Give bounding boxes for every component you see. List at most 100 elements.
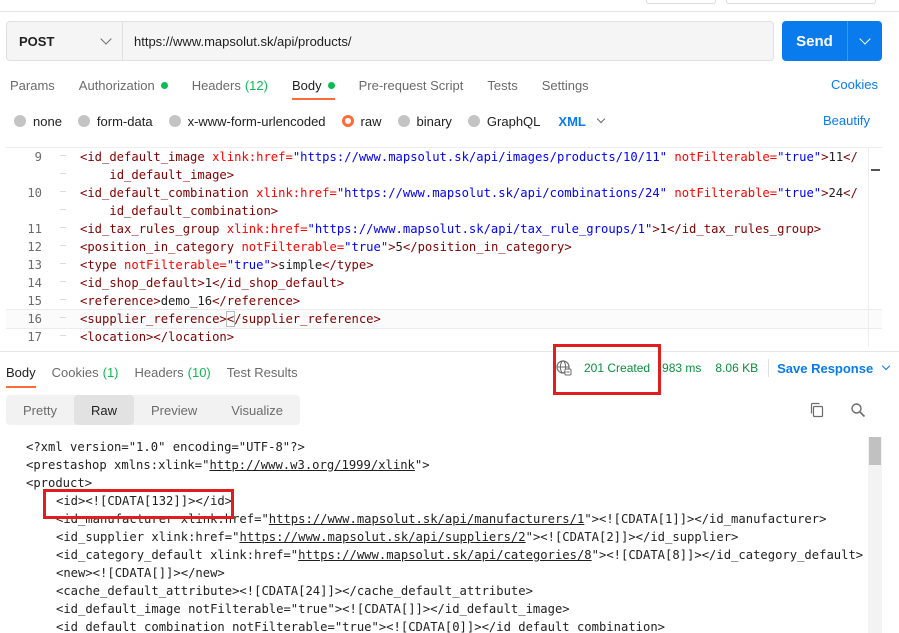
cookies-link[interactable]: Cookies [831,77,878,92]
body-type-none[interactable]: none [14,114,62,129]
editor-line[interactable]: 12 ─ <position_in_category notFilterable="… [6,238,882,256]
editor-line[interactable]: 17 ─ <location></location> [6,328,882,346]
body-type-form-data[interactable]: form-data [77,114,153,129]
response-text: "><![CDATA[2]]></id_supplier> [525,530,739,544]
tab-pre-request-script[interactable]: Pre-request Script [359,76,464,94]
method-select[interactable]: POST [7,22,123,60]
view-mode-pretty[interactable]: Pretty [6,395,74,425]
body-type-label: binary [416,113,452,129]
line-number: 15 [27,294,42,308]
chevron-down-icon [596,114,606,124]
send-button[interactable]: Send [782,21,848,61]
save-response-label: Save Response [777,360,874,376]
search-icon[interactable] [850,402,866,418]
editor-line[interactable]: 15 ─ <reference>demo_16</reference> [6,292,882,310]
editor-line[interactable]: ─ id_default_combination> [6,202,882,220]
tab-params[interactable]: Params [10,76,55,94]
tab-tests[interactable]: Tests [487,76,517,94]
response-text: <id_default_image notFilterable="true"><… [56,602,570,616]
tab-settings[interactable]: Settings [542,76,589,94]
view-mode-raw[interactable]: Raw [73,395,134,425]
radio-icon [397,115,410,127]
tab-label: Body [291,77,322,93]
tab-count: (10) [187,364,211,380]
editor-line[interactable]: 11 ─ <id_tax_rules_group xlink:href="https… [6,220,882,238]
tab-authorization[interactable]: Authorization [79,76,168,94]
indent-guide: ─ [59,277,67,288]
editor-line[interactable] [6,346,882,347]
tab-label: Authorization [78,77,155,93]
code-text: <reference>demo_16</reference> [80,294,301,308]
body-type-graphql[interactable]: GraphQL [467,114,540,129]
radio-icon [14,115,26,127]
view-mode-preview[interactable]: Preview [134,395,214,425]
request-body-editor[interactable]: 9 ─ <id_default_image xlink:href="https://… [6,147,882,347]
response-view-modes: Pretty Raw Preview Visualize [6,395,301,425]
copy-icon[interactable] [809,402,825,418]
code-text: <supplier_reference></supplier_reference… [80,311,381,327]
id-highlight-box [43,489,234,519]
body-type-binary[interactable]: binary [397,113,452,129]
beautify-button[interactable]: Beautify [823,113,870,128]
editor-line[interactable]: ─ id_default_image> [6,166,882,184]
response-text: <cache_default_attribute><![CDATA[24]]><… [56,584,533,598]
response-tabs: Body Cookies (1) Headers (10) Test Results [6,363,314,388]
response-link[interactable]: https://www.mapsolut.sk/api/categories/8 [298,548,592,562]
response-text: <id_supplier xlink:href=" [56,530,240,544]
save-response-button[interactable]: Save Response [777,360,891,376]
tab-body[interactable]: Body [291,76,335,100]
indent-guide: ─ [59,151,67,162]
editor-line[interactable]: 14 ─ <id_shop_default>1</id_shop_default> [6,274,882,292]
response-tab-test-results[interactable]: Test Results [227,363,298,381]
response-size[interactable]: 8.06 KB [715,361,758,375]
editor-line[interactable]: 10 ─ <id_default_combination xlink:href="h… [6,184,882,202]
body-type-label: raw [360,113,382,129]
code-text: id_default_combination> [109,204,279,218]
body-type-raw[interactable]: raw [341,113,382,129]
radio-icon [168,115,181,127]
indent-guide: ─ [59,169,67,180]
line-number: 10 [27,186,42,200]
chevron-down-icon [859,33,871,45]
response-link[interactable]: https://www.mapsolut.sk/api/suppliers/2 [239,530,525,544]
scrollbar-thumb[interactable] [869,437,881,465]
code-text: <location></location> [80,330,235,344]
chevron-down-icon [881,361,891,371]
url-input[interactable]: https://www.mapsolut.sk/api/products/ [123,34,351,49]
editor-line[interactable]: 13 ─ <type notFilterable="true">simple</ty… [6,256,882,274]
response-time[interactable]: 983 ms [662,361,701,375]
send-options-dropdown[interactable] [848,21,882,61]
tab-label: Test Results [226,364,298,380]
editor-line[interactable]: 9 ─ <id_default_image xlink:href="https://… [6,148,882,166]
response-tab-cookies[interactable]: Cookies (1) [52,363,119,381]
response-link[interactable]: https://www.mapsolut.sk/api/manufacturer… [269,512,585,526]
send-button-group: Send [782,21,882,61]
tab-headers[interactable]: Headers (12) [192,76,268,94]
editor-scrollbar[interactable] [868,147,882,347]
view-mode-visualize[interactable]: Visualize [214,395,300,425]
line-number: 11 [27,222,42,236]
response-body[interactable]: <?xml version="1.0" encoding="UTF-8"?> <p… [26,438,866,633]
body-type-x-www-form-urlencoded[interactable]: x-www-form-urlencoded [168,113,326,129]
response-tab-body[interactable]: Body [6,363,36,388]
editor-line[interactable]: 16 ─ <supplier_reference></supplier_refere… [6,309,882,329]
response-scrollbar[interactable] [868,437,882,633]
tab-label: Headers [134,364,184,380]
tab-label: Body [6,364,36,380]
method-label: POST [19,33,55,49]
indent-guide: ─ [59,241,67,252]
body-format-select[interactable]: XML [558,114,606,129]
response-link[interactable]: http://www.w3.org/1999/xlink [209,458,414,472]
body-type-label: x-www-form-urlencoded [187,113,326,129]
response-line: <id_category_default xlink:href="https:/… [26,546,866,564]
top-ghost-control [726,0,876,4]
line-number: 9 [34,150,42,164]
top-ghost-control [646,0,716,4]
pane-divider[interactable] [0,351,899,352]
response-text: "><![CDATA[8]]></id_category_default> [591,548,864,562]
tab-label: Cookies [51,364,99,380]
tab-label: Pre-request Script [358,77,464,93]
line-number: 14 [27,276,42,290]
response-text: <prestashop xmlns:xlink=" [26,458,210,472]
response-tab-headers[interactable]: Headers (10) [135,363,211,381]
